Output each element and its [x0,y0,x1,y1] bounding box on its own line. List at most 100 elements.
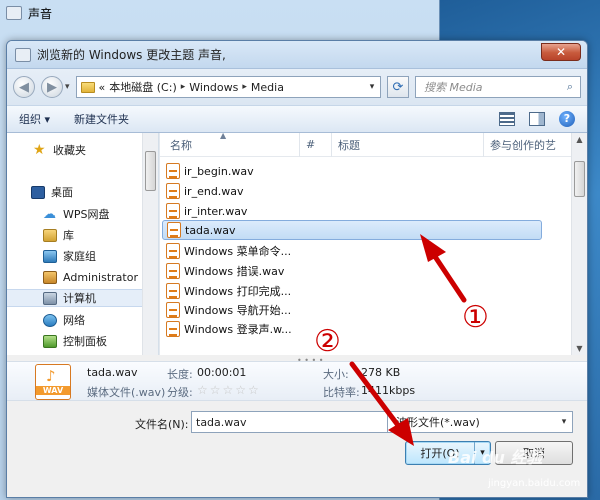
details-file-name: tada.wav [87,366,138,379]
filename-field[interactable]: tada.wav ▾ [191,411,413,433]
rating-label: 分级: [167,386,193,399]
user-icon [43,270,57,284]
browser-area: ★ 收藏夹 桌面 ☁ WPS网盘 库 家庭组 Administrator 计算机… [7,130,587,355]
nav-label: 收藏夹 [53,144,86,157]
wav-file-icon [166,243,180,259]
file-type-select[interactable]: 波形文件(*.wav) ▾ [387,411,573,433]
file-row[interactable]: Windows 导航开始... [166,300,546,320]
file-name: tada.wav [185,223,236,237]
file-list: ▲ 名称 # 标题 参与创作的艺 ir_begin.wav ir_end.wav… [159,130,587,355]
nav-item-wps-cloud[interactable]: ☁ WPS网盘 [43,205,110,223]
wav-file-icon [166,183,180,199]
back-button[interactable]: ◀ [13,76,35,98]
homegroup-icon [43,249,57,263]
file-name: Windows 菜单命令... [184,245,292,258]
organize-menu[interactable]: 组织 ▾ [19,111,50,127]
nav-item-library[interactable]: 库 [43,226,74,244]
control-panel-icon [43,334,57,348]
details-pane: ♪ WAV tada.wav 媒体文件(.wav) 长度: 00:00:01 分… [7,361,587,401]
dialog-title: 浏览新的 Windows 更改主题 声音, [37,48,226,62]
nav-label: 家庭组 [63,250,96,263]
watermark-url: jingyan.baidu.com [488,478,581,489]
change-view-icon[interactable] [499,112,515,126]
nav-item-control-panel[interactable]: 控制面板 [43,332,107,350]
nav-item-desktop[interactable]: 桌面 [31,183,73,201]
folder-icon [80,81,95,93]
breadcrumb-chevron-icon[interactable]: ▸ [242,82,247,92]
nav-scrollbar[interactable] [142,133,158,355]
file-row[interactable]: ir_inter.wav [166,201,546,221]
wav-file-large-icon: ♪ WAV [35,364,71,400]
bitrate-value: 1411kbps [361,384,416,397]
file-row[interactable]: ir_begin.wav [166,161,546,181]
file-type-value: 波形文件(*.wav) [396,416,480,429]
wav-file-icon [166,203,180,219]
baidu-watermark: Bai du 经验 [448,448,543,467]
navigation-pane: ★ 收藏夹 桌面 ☁ WPS网盘 库 家庭组 Administrator 计算机… [7,133,159,355]
preview-pane-icon[interactable] [529,112,545,126]
file-type-chevron-down-icon[interactable]: ▾ [556,417,572,427]
nav-item-administrator[interactable]: Administrator [43,268,138,286]
search-icon[interactable]: ⌕ [560,80,580,94]
star-icon: ★ [33,141,46,158]
wav-file-icon [166,263,180,279]
nav-label: WPS网盘 [63,208,110,221]
breadcrumb-chevron-icon[interactable]: ▸ [181,82,186,92]
nav-item-network[interactable]: 网络 [43,311,85,329]
dialog-title-bar: 浏览新的 Windows 更改主题 声音, ✕ [7,41,587,69]
close-button[interactable]: ✕ [541,43,581,61]
file-list-scroll-thumb[interactable] [574,161,585,197]
column-number[interactable]: # [300,132,332,157]
recent-pages-chevron-down-icon[interactable]: ▾ [65,82,70,92]
breadcrumb-item[interactable]: Windows [189,81,238,94]
file-row[interactable]: Windows 打印完成... [166,281,546,301]
column-name[interactable]: ▲ 名称 [160,130,300,157]
nav-scroll-thumb[interactable] [145,151,156,191]
file-name: ir_begin.wav [184,164,254,178]
file-row[interactable]: ir_end.wav [166,181,546,201]
column-title[interactable]: 标题 [332,132,484,157]
refresh-button[interactable]: ⟳ [387,76,409,98]
wav-file-icon [166,163,180,179]
column-header-row: ▲ 名称 # 标题 参与创作的艺 [160,130,587,157]
cloud-icon: ☁ [43,206,56,222]
scroll-down-icon[interactable]: ▼ [574,344,585,353]
scroll-up-icon[interactable]: ▲ [574,135,585,144]
wav-file-icon [167,222,181,238]
nav-label: Administrator [63,270,138,284]
column-label: 名称 [170,138,192,152]
file-row[interactable]: Windows 措误.wav [166,261,546,281]
file-name: Windows 导航开始... [184,304,292,317]
new-folder-button[interactable]: 新建文件夹 [74,111,129,127]
help-icon[interactable]: ? [559,111,575,127]
length-value: 00:00:01 [197,366,247,379]
column-contributing-artists[interactable]: 参与创作的艺 [484,133,572,157]
nav-label: 计算机 [63,292,96,305]
annotation-number-two: ② [314,324,341,359]
sort-ascending-icon: ▲ [220,130,227,140]
address-history-chevron-down-icon[interactable]: ▾ [364,82,380,92]
breadcrumb-item[interactable]: 本地磁盘 (C:) [109,79,176,95]
file-name: Windows 打印完成... [184,285,292,298]
refresh-icon: ⟳ [392,79,404,95]
desktop-icon [31,185,45,199]
rating-stars[interactable]: ☆☆☆☆☆ [197,383,261,397]
address-bar[interactable]: « 本地磁盘 (C:) ▸ Windows ▸ Media ▾ [75,76,381,98]
file-list-scrollbar[interactable]: ▲ ▼ [571,133,587,355]
nav-item-homegroup[interactable]: 家庭组 [43,247,96,265]
file-row[interactable]: Windows 菜单命令... [166,241,546,261]
forward-button[interactable]: ▶ [41,76,63,98]
parent-title-bar: 声音 [0,0,440,26]
open-file-dialog: 浏览新的 Windows 更改主题 声音, ✕ ◀ ▶ ▾ « 本地磁盘 (C:… [6,40,588,498]
address-prefix[interactable]: « [99,81,106,94]
filename-value[interactable]: tada.wav [196,416,247,429]
filename-row: 文件名(N): tada.wav ▾ 波形文件(*.wav) ▾ [7,405,587,439]
file-row[interactable]: Windows 登录声.w... [166,319,546,339]
file-row-selected[interactable]: tada.wav [162,220,542,240]
wav-file-icon [166,283,180,299]
nav-item-computer[interactable]: 计算机 [7,289,143,307]
breadcrumb-item[interactable]: Media [251,81,284,94]
command-toolbar: 组织 ▾ 新建文件夹 ? [7,105,587,133]
nav-item-favorites[interactable]: ★ 收藏夹 [33,141,86,159]
search-input[interactable]: 搜索 Media ⌕ [415,76,581,98]
